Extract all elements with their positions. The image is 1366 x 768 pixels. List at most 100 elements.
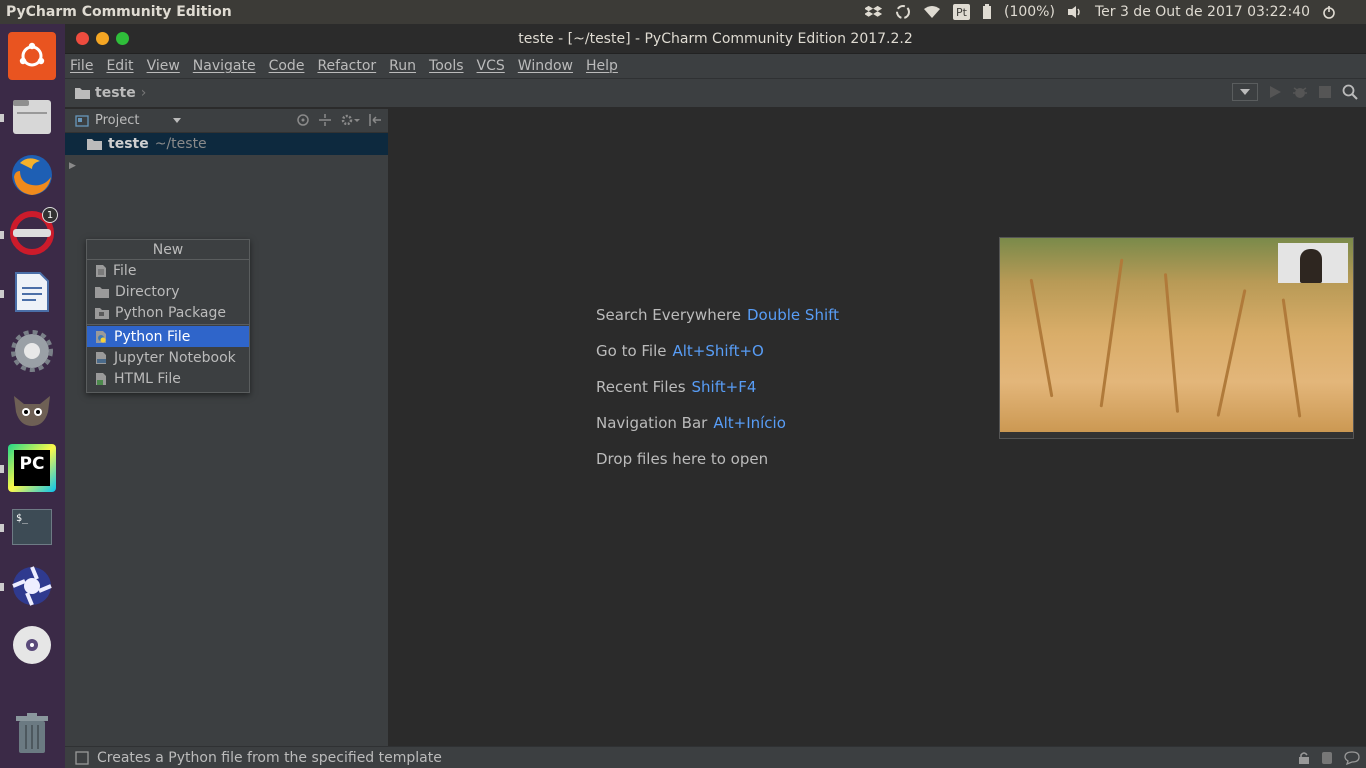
project-root-name: teste: [108, 136, 149, 152]
lock-icon[interactable]: [1298, 751, 1310, 765]
trash-icon[interactable]: [8, 710, 56, 758]
menu-navigate[interactable]: Navigate: [193, 58, 256, 74]
chevron-down-icon[interactable]: [173, 118, 182, 123]
shotwell-icon[interactable]: [8, 562, 56, 610]
pycharm-icon[interactable]: PC: [8, 444, 56, 492]
inspector-icon[interactable]: [1320, 751, 1334, 765]
debug-icon[interactable]: [1292, 84, 1308, 100]
new-jupyter-notebook-item[interactable]: Jupyter Notebook: [87, 347, 249, 368]
clock[interactable]: Ter 3 de Out de 2017 03:22:40: [1095, 4, 1310, 20]
scroll-from-source-icon[interactable]: [296, 113, 310, 127]
navigation-bar: teste ›: [65, 78, 1366, 108]
launcher-running-pip: [0, 524, 4, 532]
new-html-file-item[interactable]: HTML File: [87, 368, 249, 389]
power-menu-icon[interactable]: [1322, 5, 1336, 19]
hint-navigation-bar: Navigation Bar Alt+Início: [596, 414, 786, 432]
menu-code[interactable]: Code: [269, 58, 305, 74]
libreoffice-writer-icon[interactable]: [8, 268, 56, 316]
files-icon[interactable]: [8, 92, 56, 140]
opera-icon[interactable]: 1: [8, 207, 58, 257]
launcher-running-pip: [0, 231, 4, 239]
status-bar: Creates a Python file from the specified…: [65, 746, 1366, 768]
project-root-node[interactable]: teste ~/teste: [65, 133, 388, 155]
launcher-running-pip: [0, 465, 4, 473]
folder-icon: [95, 286, 109, 298]
menu-bar: File Edit View Navigate Code Refactor Ru…: [65, 54, 1366, 78]
project-panel-tools: [296, 113, 382, 127]
new-directory-label: Directory: [115, 283, 180, 300]
battery-icon[interactable]: [982, 4, 992, 20]
hint-label: Go to File: [596, 342, 667, 360]
launcher-running-pip: [0, 114, 4, 122]
menu-run[interactable]: Run: [389, 58, 416, 74]
gear-icon[interactable]: [340, 113, 360, 127]
hint-shortcut: Shift+F4: [691, 378, 757, 396]
wheat-stalk: [1099, 258, 1124, 408]
hint-label: Recent Files: [596, 378, 686, 396]
pycharm-icon-label: PC: [14, 450, 50, 486]
run-config-dropdown[interactable]: [1232, 83, 1258, 101]
close-button[interactable]: [76, 32, 89, 45]
maximize-button[interactable]: [116, 32, 129, 45]
gimp-icon[interactable]: [8, 386, 56, 434]
hide-panel-icon[interactable]: [368, 113, 382, 127]
wheat-stalk: [1029, 278, 1054, 398]
webcam-overlay: [1278, 243, 1348, 283]
hint-shortcut: Alt+Shift+O: [672, 342, 764, 360]
menu-refactor[interactable]: Refactor: [317, 58, 376, 74]
keyboard-language-badge[interactable]: Pt: [953, 4, 970, 20]
window-titlebar: teste - [~/teste] - PyCharm Community Ed…: [65, 24, 1366, 54]
minimize-button[interactable]: [96, 32, 109, 45]
hint-label: Navigation Bar: [596, 414, 708, 432]
breadcrumb[interactable]: teste ›: [65, 85, 146, 101]
sync-icon[interactable]: [895, 4, 911, 20]
wheat-stalk: [1281, 298, 1302, 418]
volume-icon[interactable]: [1067, 5, 1083, 19]
folder-icon: [75, 88, 90, 99]
project-root-path: ~/teste: [154, 136, 207, 152]
collapse-all-icon[interactable]: [318, 113, 332, 127]
ubuntu-dash-icon[interactable]: [8, 32, 56, 80]
editor-empty-area[interactable]: Search Everywhere Double Shift Go to File…: [390, 109, 1366, 746]
status-indicators: [1298, 751, 1360, 765]
run-icon[interactable]: [1268, 85, 1282, 99]
hint-label: Search Everywhere: [596, 306, 741, 324]
system-settings-icon[interactable]: [8, 327, 56, 375]
stop-icon[interactable]: [1318, 85, 1332, 99]
project-panel-header: Project: [65, 109, 388, 133]
hint-go-to-file: Go to File Alt+Shift+O: [596, 342, 764, 360]
project-view-selector[interactable]: Project: [95, 113, 139, 128]
new-file-item[interactable]: File: [87, 260, 249, 281]
search-icon[interactable]: [1342, 84, 1358, 100]
new-python-package-item[interactable]: Python Package: [87, 302, 249, 323]
unity-launcher: 1 PC $_: [0, 24, 65, 768]
active-app-title: PyCharm Community Edition: [6, 4, 232, 20]
menu-window[interactable]: Window: [518, 58, 573, 74]
firefox-icon[interactable]: [8, 151, 56, 199]
file-icon: [96, 264, 106, 277]
menu-help[interactable]: Help: [586, 58, 618, 74]
python-file-icon: [96, 330, 106, 343]
breadcrumb-project: teste: [95, 85, 136, 101]
new-file-label: File: [113, 262, 137, 279]
new-html-file-label: HTML File: [114, 370, 181, 387]
terminal-icon[interactable]: $_: [8, 503, 56, 551]
new-directory-item[interactable]: Directory: [87, 281, 249, 302]
expand-arrow-icon[interactable]: ▶: [69, 161, 76, 171]
tool-windows-icon[interactable]: [75, 750, 89, 765]
menu-tools[interactable]: Tools: [429, 58, 464, 74]
menu-edit[interactable]: Edit: [106, 58, 133, 74]
event-log-icon[interactable]: [1344, 751, 1360, 765]
notification-badge: 1: [42, 207, 58, 223]
menu-vcs[interactable]: VCS: [477, 58, 505, 74]
status-message: Creates a Python file from the specified…: [97, 749, 442, 766]
launcher-running-pip: [0, 583, 4, 591]
system-top-bar: PyCharm Community Edition Pt (100%) Ter …: [0, 0, 1366, 24]
dropbox-icon[interactable]: [865, 4, 883, 20]
menu-view[interactable]: View: [147, 58, 180, 74]
wifi-icon[interactable]: [923, 5, 941, 19]
new-python-file-item[interactable]: Python File: [87, 326, 249, 347]
menu-file[interactable]: File: [70, 58, 93, 74]
wheat-stalk: [1163, 273, 1180, 413]
dvd-icon[interactable]: [8, 621, 56, 669]
